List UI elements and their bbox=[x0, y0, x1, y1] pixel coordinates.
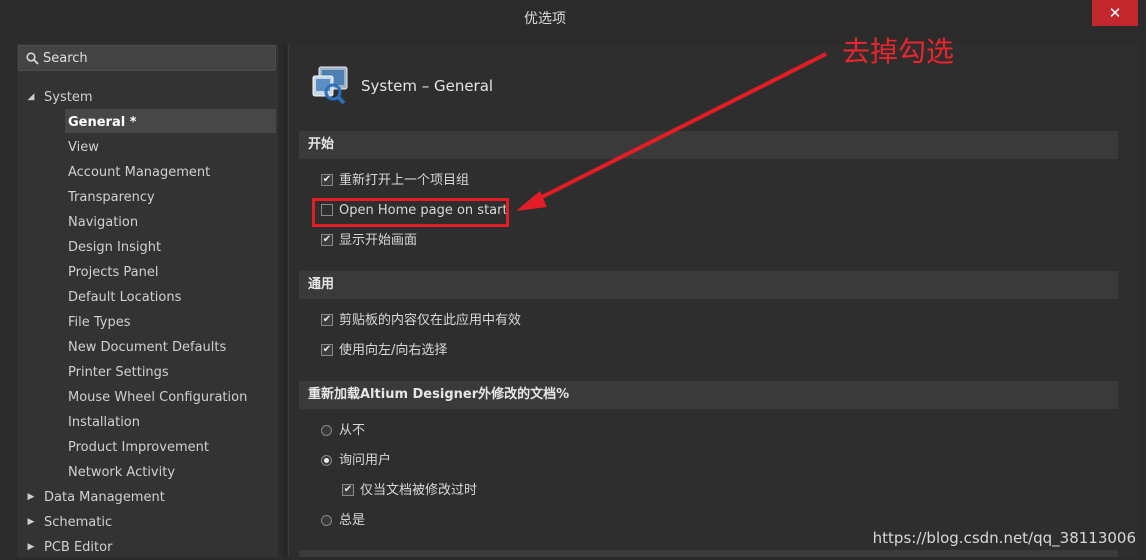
watermark: https://blog.csdn.net/qq_38113006 bbox=[872, 529, 1136, 547]
annotation-text: 去掉勾选 bbox=[842, 35, 955, 68]
annotation-arrow bbox=[516, 52, 827, 211]
